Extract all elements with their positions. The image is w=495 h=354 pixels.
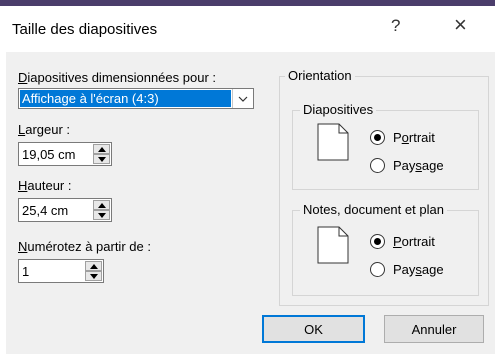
title-bar: Taille des diapositives ? × bbox=[6, 6, 495, 52]
width-value: 19,05 cm bbox=[22, 147, 76, 162]
width-spin-buttons bbox=[93, 144, 110, 164]
numbering-start-label: Numérotez à partir de : bbox=[18, 239, 151, 254]
width-label: Largeur : bbox=[18, 122, 71, 137]
numbering-start-value: 1 bbox=[22, 264, 30, 279]
width-stepper[interactable]: 19,05 cm bbox=[18, 142, 112, 166]
ok-button[interactable]: OK bbox=[262, 315, 365, 343]
height-increase-button[interactable] bbox=[93, 200, 110, 210]
slides-portrait-radio[interactable] bbox=[370, 130, 385, 145]
slides-landscape-radio[interactable] bbox=[370, 158, 385, 173]
numbering-start-stepper[interactable]: 1 bbox=[18, 259, 104, 283]
notes-orientation-title: Notes, document et plan bbox=[300, 202, 447, 217]
chevron-down-icon[interactable] bbox=[232, 89, 253, 108]
dialog-title: Taille des diapositives bbox=[12, 21, 158, 38]
slides-landscape-label[interactable]: Paysage bbox=[393, 158, 444, 173]
slide-size-label: Diapositives dimensionnées pour : bbox=[18, 70, 216, 85]
slide-size-dialog: Taille des diapositives ? × Diapositives… bbox=[6, 6, 495, 354]
height-value: 25,4 cm bbox=[22, 203, 69, 218]
slide-size-dropdown[interactable]: Affichage à l'écran (4:3) bbox=[18, 88, 254, 109]
height-stepper[interactable]: 25,4 cm bbox=[18, 198, 112, 222]
close-button[interactable]: × bbox=[454, 14, 467, 36]
numbering-spin-buttons bbox=[85, 261, 102, 281]
help-button[interactable]: ? bbox=[391, 16, 400, 36]
numbering-increase-button[interactable] bbox=[85, 261, 102, 271]
height-spin-buttons bbox=[93, 200, 110, 220]
cancel-button[interactable]: Annuler bbox=[384, 315, 484, 343]
slides-portrait-label[interactable]: Portrait bbox=[393, 130, 435, 145]
slide-size-selected-value: Affichage à l'écran (4:3) bbox=[20, 90, 231, 107]
width-decrease-button[interactable] bbox=[93, 154, 110, 164]
notes-landscape-radio[interactable] bbox=[370, 262, 385, 277]
width-increase-button[interactable] bbox=[93, 144, 110, 154]
notes-portrait-radio[interactable] bbox=[370, 234, 385, 249]
slides-orientation-title: Diapositives bbox=[300, 102, 377, 117]
orientation-title: Orientation bbox=[285, 68, 355, 83]
height-decrease-button[interactable] bbox=[93, 210, 110, 220]
notes-portrait-label[interactable]: Portrait bbox=[393, 234, 435, 249]
portrait-page-icon bbox=[317, 226, 349, 264]
height-label: Hauteur : bbox=[18, 178, 72, 193]
portrait-page-icon bbox=[317, 123, 349, 161]
numbering-decrease-button[interactable] bbox=[85, 271, 102, 281]
notes-landscape-label[interactable]: Paysage bbox=[393, 262, 444, 277]
